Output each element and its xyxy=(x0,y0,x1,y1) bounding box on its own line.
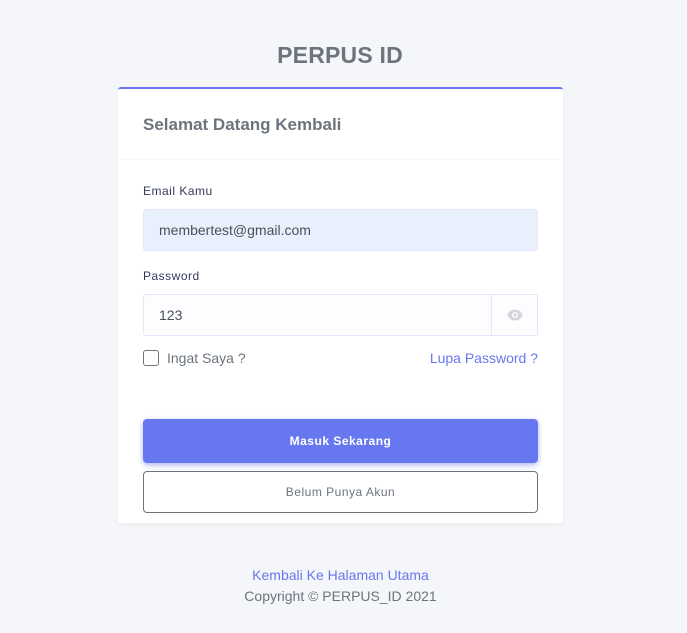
brand-title: PERPUS ID xyxy=(277,42,403,68)
footer: Kembali Ke Halaman Utama Copyright © PER… xyxy=(0,565,681,607)
forgot-password-link[interactable]: Lupa Password ? xyxy=(430,350,538,366)
register-button[interactable]: Belum Punya Akun xyxy=(143,471,538,513)
remember-row: Ingat Saya ? Lupa Password ? xyxy=(143,348,538,368)
email-input[interactable] xyxy=(143,209,538,251)
show-password-button[interactable] xyxy=(491,294,538,336)
eye-icon xyxy=(506,309,523,321)
home-link[interactable]: Kembali Ke Halaman Utama xyxy=(252,567,429,583)
login-page: PERPUS ID Selamat Datang Kembali Email K… xyxy=(0,0,687,633)
remember-checkbox[interactable] xyxy=(143,350,159,366)
password-input[interactable] xyxy=(143,294,491,336)
login-card: Selamat Datang Kembali Email Kamu Passwo… xyxy=(118,87,563,523)
password-group: Password xyxy=(143,269,538,336)
email-group: Email Kamu xyxy=(143,184,538,251)
copyright-text: Copyright © PERPUS_ID 2021 xyxy=(244,588,437,604)
password-input-group xyxy=(143,294,538,336)
remember-label: Ingat Saya ? xyxy=(167,350,246,366)
remember-checkbox-wrap[interactable]: Ingat Saya ? xyxy=(143,350,246,366)
login-button[interactable]: Masuk Sekarang xyxy=(143,419,538,463)
password-label: Password xyxy=(143,269,200,283)
card-body: Email Kamu Password xyxy=(118,160,563,513)
card-title: Selamat Datang Kembali xyxy=(143,115,342,134)
card-header: Selamat Datang Kembali xyxy=(118,89,563,160)
email-label: Email Kamu xyxy=(143,184,213,198)
